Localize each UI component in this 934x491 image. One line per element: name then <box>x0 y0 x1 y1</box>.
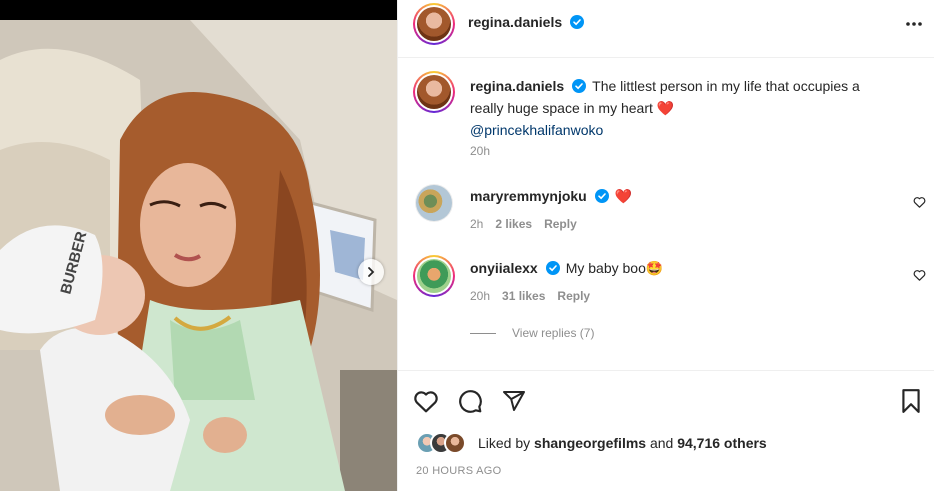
like-button[interactable] <box>412 387 440 415</box>
liker-avatar <box>444 432 466 454</box>
photo-top-bar <box>0 0 397 20</box>
instagram-post: BURBER regina.daniels regina.daniels The… <box>0 0 934 491</box>
comment-text: maryremmynjoku ❤️ <box>470 185 890 207</box>
share-icon <box>503 391 525 411</box>
heart-icon <box>913 197 926 208</box>
caption-username[interactable]: regina.daniels <box>470 78 564 94</box>
verified-icon <box>545 261 560 275</box>
carousel-next-button[interactable] <box>358 259 384 285</box>
comment-like-button[interactable] <box>913 195 926 211</box>
comment-reply-button[interactable]: Reply <box>544 217 577 231</box>
heart-icon <box>913 270 926 281</box>
likes-conj: and <box>649 435 674 451</box>
caption-meta: 20h <box>470 144 490 158</box>
author-name-wrap: regina.daniels <box>468 14 585 30</box>
comment-meta: 20h 31 likes Reply <box>470 289 590 303</box>
comment-time[interactable]: 2h <box>470 217 483 231</box>
comment-meta: 2h 2 likes Reply <box>470 217 577 231</box>
caption-mention[interactable]: @princekhalifanwoko <box>470 122 603 138</box>
post-photo[interactable]: BURBER <box>0 0 397 491</box>
verified-icon <box>594 189 609 203</box>
posted-time[interactable]: 20 HOURS AGO <box>416 465 502 477</box>
share-button[interactable] <box>500 387 528 415</box>
comment-avatar[interactable] <box>413 255 455 297</box>
post-image: BURBER <box>0 20 397 491</box>
author-username[interactable]: regina.daniels <box>468 14 562 30</box>
heart-icon <box>414 391 438 413</box>
view-replies-button[interactable]: View replies (7) <box>470 326 594 340</box>
comment-time[interactable]: 20h <box>470 289 490 303</box>
likes-user[interactable]: shangeorgefilms <box>534 435 646 451</box>
comment-body: My baby boo <box>565 260 646 276</box>
caption-time[interactable]: 20h <box>470 144 490 158</box>
chevron-right-icon <box>368 267 375 277</box>
comment-username[interactable]: onyiialexx <box>470 260 538 276</box>
more-options-button[interactable] <box>900 12 928 36</box>
comment-like-button[interactable] <box>913 268 926 284</box>
comment-likes[interactable]: 2 likes <box>495 217 532 231</box>
view-replies-label: View replies (7) <box>512 326 595 340</box>
post-side-panel: regina.daniels regina.daniels The littles… <box>397 0 934 491</box>
author-avatar[interactable] <box>413 3 455 45</box>
comment-emoji: 🤩 <box>645 260 664 276</box>
action-bar <box>398 370 934 430</box>
comment-reply-button[interactable]: Reply <box>557 289 590 303</box>
save-button[interactable] <box>897 387 925 415</box>
comment-button[interactable] <box>456 387 484 415</box>
likes-summary: Liked by shangeorgefilms and 94,716 othe… <box>416 431 767 455</box>
verified-icon <box>570 15 585 29</box>
more-icon <box>906 22 922 26</box>
comment-text: onyiialexx My baby boo🤩 <box>470 257 890 279</box>
caption-text: regina.daniels The littlest person in my … <box>470 75 890 141</box>
replies-divider <box>470 332 496 334</box>
comment-likes[interactable]: 31 likes <box>502 289 545 303</box>
caption-emoji: ❤️ <box>656 100 675 116</box>
verified-icon <box>572 79 587 93</box>
comment-avatar[interactable] <box>415 184 453 222</box>
caption-avatar[interactable] <box>413 71 455 113</box>
post-header: regina.daniels <box>398 0 934 58</box>
comment-emoji: ❤️ <box>614 188 633 204</box>
likes-prefix: Liked by <box>478 435 531 451</box>
bookmark-icon <box>902 389 920 413</box>
comment-icon <box>459 390 482 413</box>
likes-others[interactable]: 94,716 others <box>677 435 767 451</box>
comment-username[interactable]: maryremmynjoku <box>470 188 587 204</box>
likes-text: Liked by shangeorgefilms and 94,716 othe… <box>478 435 767 451</box>
